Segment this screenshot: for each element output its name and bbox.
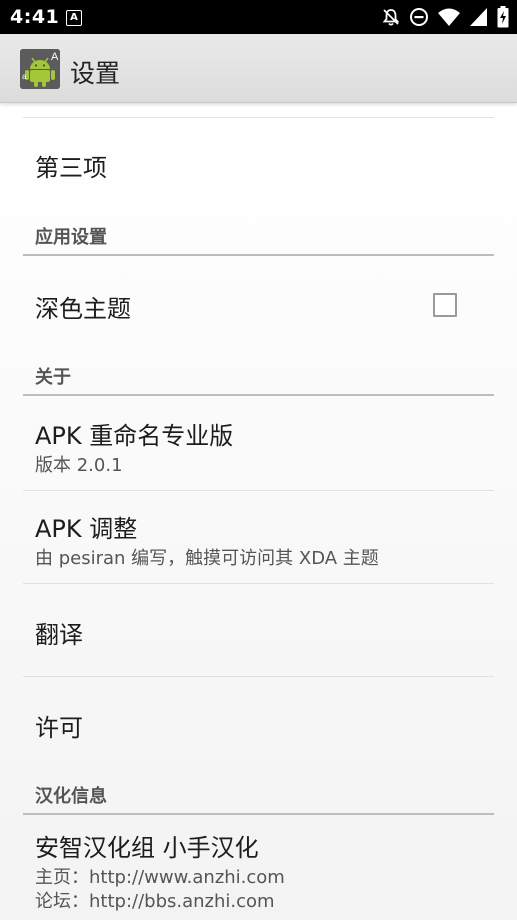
notification-a-icon: A <box>66 10 82 26</box>
list-divider <box>23 583 494 584</box>
pref-apk-rename-pro-title: APK 重命名专业版 <box>35 422 234 450</box>
category-divider <box>23 813 494 815</box>
signal-icon <box>470 8 487 26</box>
wifi-icon <box>438 8 460 26</box>
pref-homepage-link: 主页：http://www.anzhi.com <box>35 867 285 888</box>
dark-theme-checkbox[interactable] <box>433 293 457 317</box>
list-divider <box>23 117 494 118</box>
battery-charging-icon <box>497 6 509 28</box>
pref-translation-title: 翻译 <box>35 621 83 649</box>
category-app-settings: 应用设置 <box>35 227 107 248</box>
status-bar: 4:41 A <box>0 0 517 34</box>
pref-localization-credit-title: 安智汉化组 小手汉化 <box>35 834 259 862</box>
status-time: 4:41 <box>10 6 60 28</box>
pref-license-title: 许可 <box>35 714 83 742</box>
do-not-disturb-icon <box>410 8 428 26</box>
pref-forum-link: 论坛：http://bbs.anzhi.com <box>35 891 275 912</box>
svg-text:A: A <box>51 51 59 63</box>
list-divider <box>23 676 494 677</box>
pref-apk-tweak-title: APK 调整 <box>35 515 138 543</box>
pref-dark-theme-title: 深色主题 <box>35 295 131 323</box>
category-about: 关于 <box>35 367 71 388</box>
action-bar: A a 设置 <box>0 34 517 103</box>
pref-third-item-title: 第三项 <box>35 154 107 182</box>
category-divider <box>23 394 494 396</box>
list-divider <box>23 490 494 491</box>
pref-apk-rename-pro-summary: 版本 2.0.1 <box>35 455 123 476</box>
notifications-off-icon <box>382 9 400 26</box>
android-app-icon[interactable]: A a <box>20 49 60 89</box>
status-icons <box>381 6 509 28</box>
pref-apk-tweak-summary: 由 pesiran 编写，触摸可访问其 XDA 主题 <box>35 548 379 569</box>
page-title: 设置 <box>70 59 121 88</box>
category-divider <box>23 254 494 256</box>
svg-text:a: a <box>22 72 27 81</box>
category-localization-info: 汉化信息 <box>35 786 107 807</box>
